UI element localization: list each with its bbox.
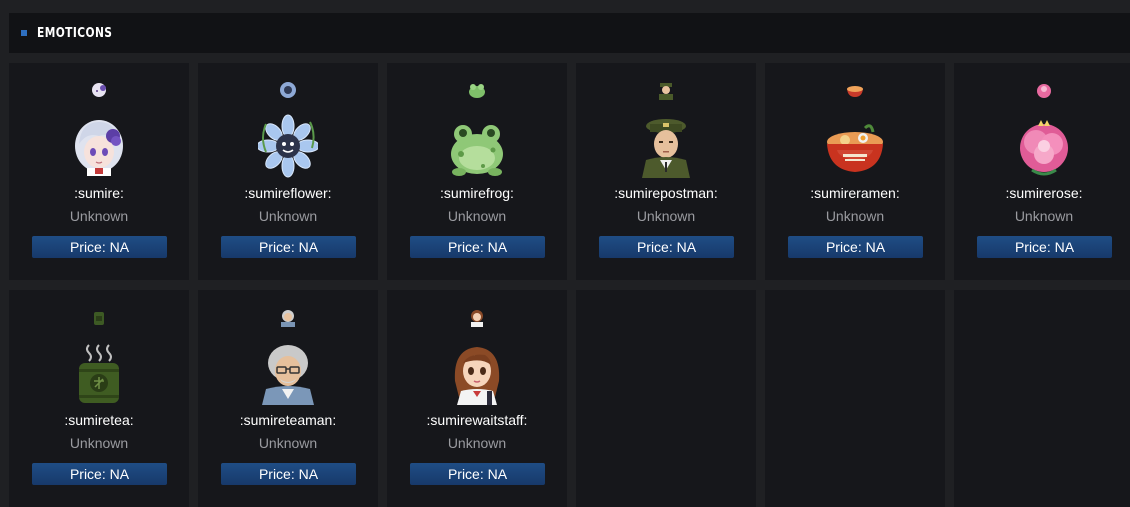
sumireflower-icon xyxy=(258,114,318,178)
emote-card[interactable]: :sumireramen: Unknown Price: NA xyxy=(765,63,945,280)
emote-card[interactable]: :sumire: Unknown Price: NA xyxy=(9,63,189,280)
sumiretea-icon xyxy=(69,341,129,405)
emote-card[interactable]: :sumirerose: Unknown Price: NA xyxy=(954,63,1130,280)
sumireramen-small-icon xyxy=(845,80,865,100)
sumireflower-small-icon xyxy=(278,80,298,100)
emote-subtitle: Unknown xyxy=(69,435,129,451)
emote-subtitle: Unknown xyxy=(447,435,507,451)
emote-card[interactable]: :sumirefrog: Unknown Price: NA xyxy=(387,63,567,280)
sumirepostman-small-icon xyxy=(656,80,676,100)
empty-card xyxy=(576,290,756,507)
price-button[interactable]: Price: NA xyxy=(977,236,1112,258)
sumirefrog-icon xyxy=(447,114,507,178)
sumirewaitstaff-small-icon xyxy=(467,307,487,327)
empty-card xyxy=(765,290,945,507)
emote-name: :sumirerose: xyxy=(1005,185,1083,201)
emote-card[interactable]: :sumiretea: Unknown Price: NA xyxy=(9,290,189,507)
emote-name: :sumirepostman: xyxy=(614,185,718,201)
price-button[interactable]: Price: NA xyxy=(221,463,356,485)
sumirerose-icon xyxy=(1014,114,1074,178)
emote-name: :sumirefrog: xyxy=(440,185,514,201)
emote-card[interactable]: :sumireteaman: Unknown Price: NA xyxy=(198,290,378,507)
price-button[interactable]: Price: NA xyxy=(410,236,545,258)
emote-subtitle: Unknown xyxy=(447,208,507,224)
sumire-icon xyxy=(69,114,129,178)
sumireteaman-icon xyxy=(258,341,318,405)
section-header: EMOTICONS xyxy=(9,13,1130,53)
sumirerose-small-icon xyxy=(1034,80,1054,100)
emote-name: :sumireflower: xyxy=(244,185,332,201)
emote-name: :sumiretea: xyxy=(64,412,134,428)
emote-name: :sumire: xyxy=(74,185,124,201)
sumiretea-small-icon xyxy=(89,307,109,327)
sumirewaitstaff-icon xyxy=(447,341,507,405)
price-button[interactable]: Price: NA xyxy=(788,236,923,258)
price-button[interactable]: Price: NA xyxy=(221,236,356,258)
emote-name: :sumireteaman: xyxy=(239,412,337,428)
emote-name: :sumirewaitstaff: xyxy=(426,412,528,428)
emote-subtitle: Unknown xyxy=(825,208,885,224)
section-title: EMOTICONS xyxy=(37,25,113,41)
emote-grid: :sumire: Unknown Price: NA:sumireflower… xyxy=(9,63,1130,507)
emote-card[interactable]: :sumirewaitstaff: Unknown Price: NA xyxy=(387,290,567,507)
sumirepostman-icon xyxy=(636,114,696,178)
empty-card xyxy=(954,290,1130,507)
emote-subtitle: Unknown xyxy=(636,208,696,224)
sumirefrog-small-icon xyxy=(467,80,487,100)
emoticons-section: EMOTICONS :sumire: Unknown Price: NA:su… xyxy=(9,13,1130,507)
price-button[interactable]: Price: NA xyxy=(32,236,167,258)
emote-subtitle: Unknown xyxy=(69,208,129,224)
emote-subtitle: Unknown xyxy=(1014,208,1074,224)
sumireramen-icon xyxy=(825,114,885,178)
price-button[interactable]: Price: NA xyxy=(410,463,545,485)
sumire-small-icon xyxy=(89,80,109,100)
price-button[interactable]: Price: NA xyxy=(32,463,167,485)
header-marker-icon xyxy=(21,30,27,36)
emote-name: :sumireramen: xyxy=(810,185,900,201)
sumireteaman-small-icon xyxy=(278,307,298,327)
emote-subtitle: Unknown xyxy=(258,208,318,224)
emote-card[interactable]: :sumireflower: Unknown Price: NA xyxy=(198,63,378,280)
emote-subtitle: Unknown xyxy=(258,435,318,451)
price-button[interactable]: Price: NA xyxy=(599,236,734,258)
emote-card[interactable]: :sumirepostman: Unknown Price: NA xyxy=(576,63,756,280)
